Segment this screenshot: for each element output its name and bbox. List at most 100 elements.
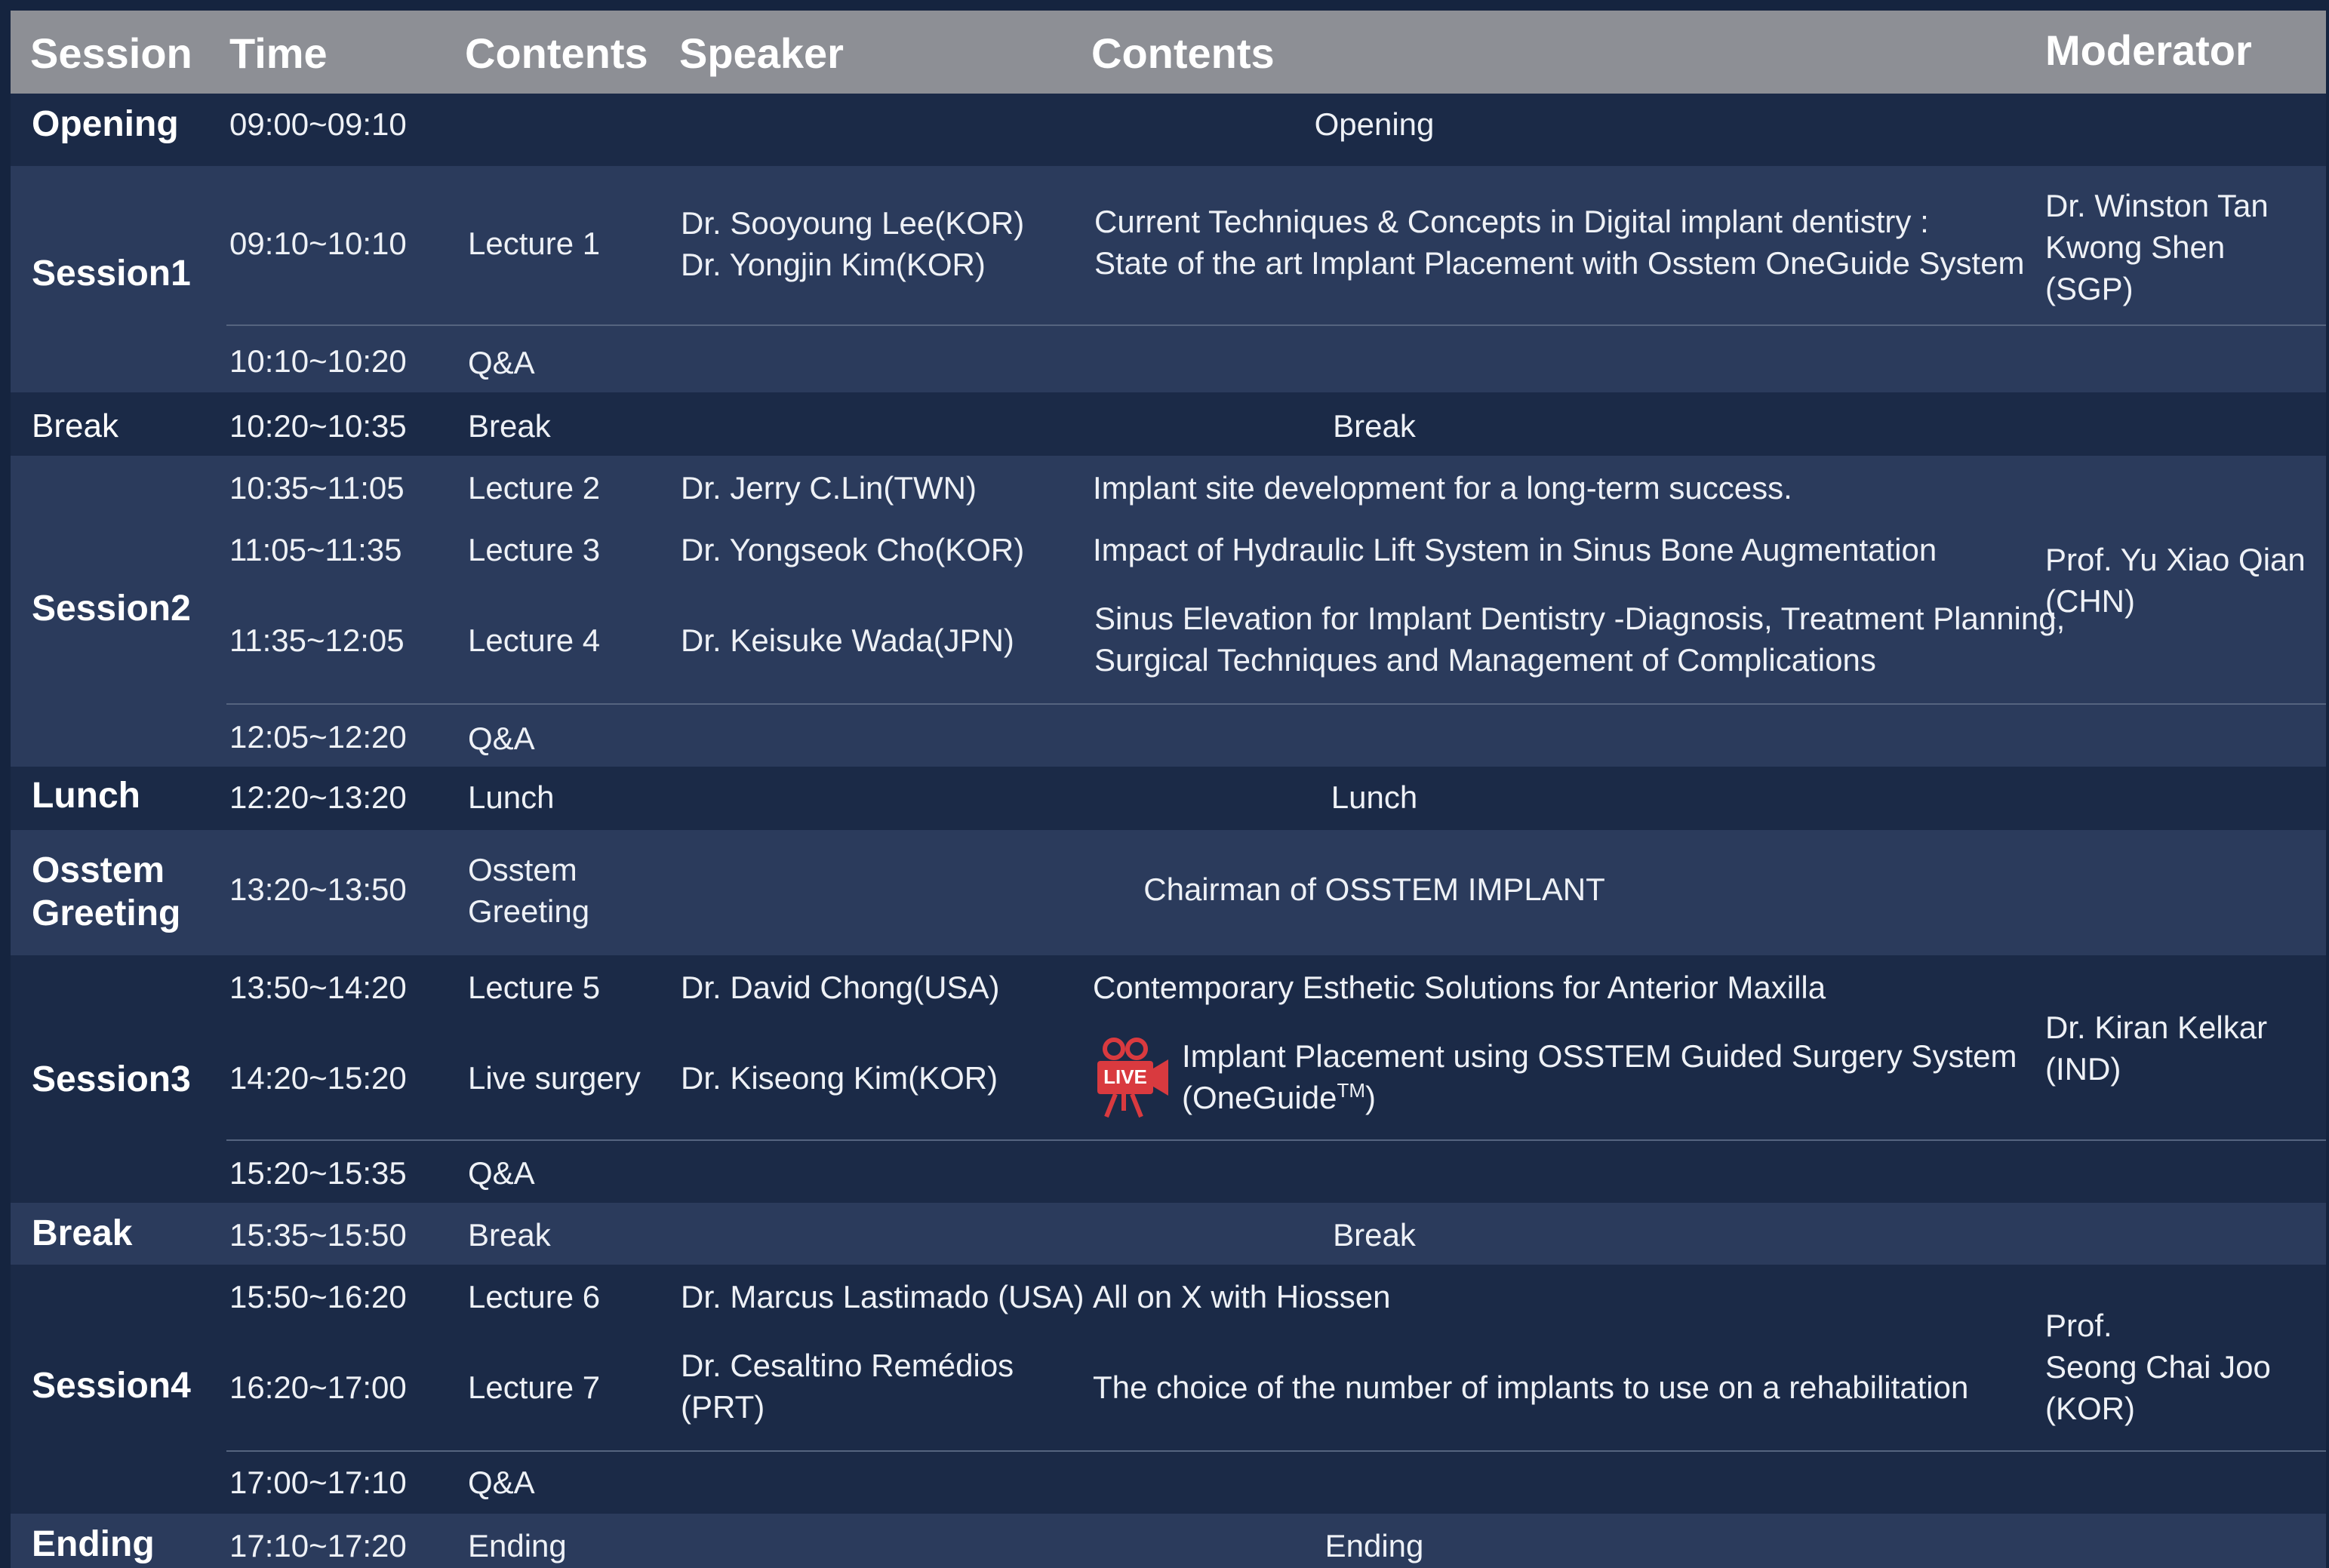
time-break1: 10:20~10:35: [229, 407, 407, 444]
speaker-lecture5: Dr. David Chong(USA): [681, 969, 1000, 1005]
program-schedule-table: Session Time Contents Speaker Contents M…: [0, 0, 2329, 1568]
moderator-name: Dr. Winston Tan: [2045, 187, 2269, 223]
time-lecture7: 16:20~17:00: [229, 1369, 407, 1405]
header-time: Time: [229, 29, 328, 77]
type-qa1: Q&A: [468, 344, 535, 380]
lecture-title-line: Implant Placement using OSSTEM Guided Su…: [1182, 1038, 2017, 1074]
title-lecture4: Sinus Elevation for Implant Dentistry -D…: [1094, 598, 2065, 681]
title-lecture2: Implant site development for a long-term…: [1093, 469, 1792, 506]
speaker-country: (PRT): [681, 1389, 765, 1425]
speaker-name: Dr. Yongjin Kim(KOR): [681, 247, 986, 282]
session-label-break2: Break: [32, 1213, 133, 1253]
time-opening: 09:00~09:10: [229, 106, 407, 142]
time-qa3: 15:20~15:35: [229, 1154, 407, 1191]
speaker-lecture1: Dr. Sooyoung Lee(KOR) Dr. Yongjin Kim(KO…: [681, 202, 1024, 285]
lecture-title-line: (OneGuideTM): [1182, 1077, 2017, 1118]
header-contents-type: Contents: [465, 29, 648, 77]
session-label-session1: Session1: [32, 253, 191, 294]
time-lecture2: 10:35~11:05: [229, 469, 405, 506]
speaker-lecture7: Dr. Cesaltino Remédios (PRT): [681, 1345, 1014, 1428]
type-line: Osstem: [468, 852, 577, 887]
contents-opening: Opening: [1314, 106, 1435, 142]
contents-break1: Break: [1333, 407, 1416, 444]
title-lecture5: Contemporary Esthetic Solutions for Ante…: [1093, 969, 1826, 1005]
time-lecture4: 11:35~12:05: [229, 622, 405, 658]
trademark-mark: TM: [1337, 1079, 1365, 1102]
divider-line: [226, 703, 2326, 705]
time-live-surgery: 14:20~15:20: [229, 1059, 407, 1096]
header-contents: Contents: [1091, 29, 1275, 77]
live-badge: LIVE: [1103, 1065, 1147, 1088]
type-lecture7: Lecture 7: [468, 1369, 601, 1405]
type-qa2: Q&A: [468, 720, 535, 756]
divider-line: [226, 1450, 2326, 1452]
session-label-break1: Break: [32, 407, 118, 444]
speaker-lecture4: Dr. Keisuke Wada(JPN): [681, 622, 1014, 658]
moderator-country: (KOR): [2045, 1390, 2135, 1426]
type-greeting: Osstem Greeting: [468, 848, 589, 933]
divider-line: [226, 1139, 2326, 1141]
type-qa4: Q&A: [468, 1464, 535, 1500]
time-greeting: 13:20~13:50: [229, 871, 407, 907]
speaker-lecture2: Dr. Jerry C.Lin(TWN): [681, 469, 977, 506]
title-lecture3: Impact of Hydraulic Lift System in Sinus…: [1093, 531, 1937, 567]
time-qa2: 12:05~12:20: [229, 718, 407, 755]
session-label-lunch: Lunch: [32, 775, 140, 816]
session-label-line: Osstem: [32, 850, 165, 890]
session-label-session4: Session4: [32, 1365, 191, 1406]
moderator-name: Prof. Yu Xiao Qian: [2045, 542, 2306, 577]
type-lecture2: Lecture 2: [468, 469, 601, 506]
type-lecture5: Lecture 5: [468, 969, 601, 1005]
type-live-surgery: Live surgery: [468, 1059, 641, 1096]
time-ending: 17:10~17:20: [229, 1527, 407, 1563]
moderator-session4: Prof. Seong Chai Joo (KOR): [2045, 1304, 2271, 1429]
moderator-session2: Prof. Yu Xiao Qian (CHN): [2045, 539, 2306, 622]
time-lecture5: 13:50~14:20: [229, 969, 407, 1005]
type-lecture4: Lecture 4: [468, 622, 601, 658]
time-lunch: 12:20~13:20: [229, 779, 407, 815]
moderator-title: Prof.: [2045, 1307, 2112, 1343]
title-text: (OneGuide: [1182, 1080, 1337, 1115]
moderator-session3: Dr. Kiran Kelkar (IND): [2045, 1007, 2267, 1090]
lecture-title-line: Current Techniques & Concepts in Digital…: [1094, 204, 1929, 239]
speaker-name: Dr. Sooyoung Lee(KOR): [681, 205, 1025, 241]
speaker-lecture6: Dr. Marcus Lastimado (USA): [681, 1278, 1085, 1314]
contents-break2: Break: [1333, 1216, 1416, 1253]
lecture-title-line: State of the art Implant Placement with …: [1094, 245, 2025, 281]
title-lecture1: Current Techniques & Concepts in Digital…: [1094, 201, 2025, 284]
moderator-country: (CHN): [2045, 583, 2135, 619]
live-camera-icon: LIVE: [1097, 1038, 1168, 1118]
title-lecture6: All on X with Hiossen: [1093, 1278, 1391, 1314]
type-lecture6: Lecture 6: [468, 1278, 601, 1314]
contents-greeting: Chairman of OSSTEM IMPLANT: [1143, 871, 1605, 907]
title-text: ): [1365, 1080, 1376, 1115]
contents-ending: Ending: [1324, 1527, 1424, 1563]
time-lecture3: 11:05~11:35: [229, 531, 402, 567]
session-label-session3: Session3: [32, 1059, 191, 1099]
speaker-name: Dr. Cesaltino Remédios: [681, 1348, 1014, 1383]
type-ending: Ending: [468, 1527, 567, 1563]
lecture-title-line: Sinus Elevation for Implant Dentistry -D…: [1094, 601, 2066, 636]
divider-line: [226, 324, 2326, 326]
speaker-lecture3: Dr. Yongseok Cho(KOR): [681, 531, 1025, 567]
moderator-name: Kwong Shen: [2045, 229, 2226, 265]
moderator-session1: Dr. Winston Tan Kwong Shen (SGP): [2045, 184, 2269, 309]
type-line: Greeting: [468, 893, 590, 929]
type-break2: Break: [468, 1216, 551, 1253]
contents-lunch: Lunch: [1331, 779, 1418, 815]
moderator-country: (IND): [2045, 1051, 2121, 1087]
type-lecture3: Lecture 3: [468, 531, 601, 567]
time-lecture1: 09:10~10:10: [229, 225, 407, 261]
type-break1: Break: [468, 407, 551, 444]
type-lecture1: Lecture 1: [468, 225, 601, 261]
moderator-country: (SGP): [2045, 270, 2134, 306]
speaker-live-surgery: Dr. Kiseong Kim(KOR): [681, 1059, 998, 1096]
header-moderator: Moderator: [2045, 26, 2252, 74]
title-live-surgery: Implant Placement using OSSTEM Guided Su…: [1182, 1035, 2017, 1118]
type-qa3: Q&A: [468, 1154, 535, 1191]
lecture-title-line: Surgical Techniques and Management of Co…: [1094, 642, 1876, 678]
session-label-opening: Opening: [32, 103, 179, 144]
time-qa1: 10:10~10:20: [229, 343, 407, 379]
session-label-ending: Ending: [32, 1523, 155, 1564]
time-break2: 15:35~15:50: [229, 1216, 407, 1253]
